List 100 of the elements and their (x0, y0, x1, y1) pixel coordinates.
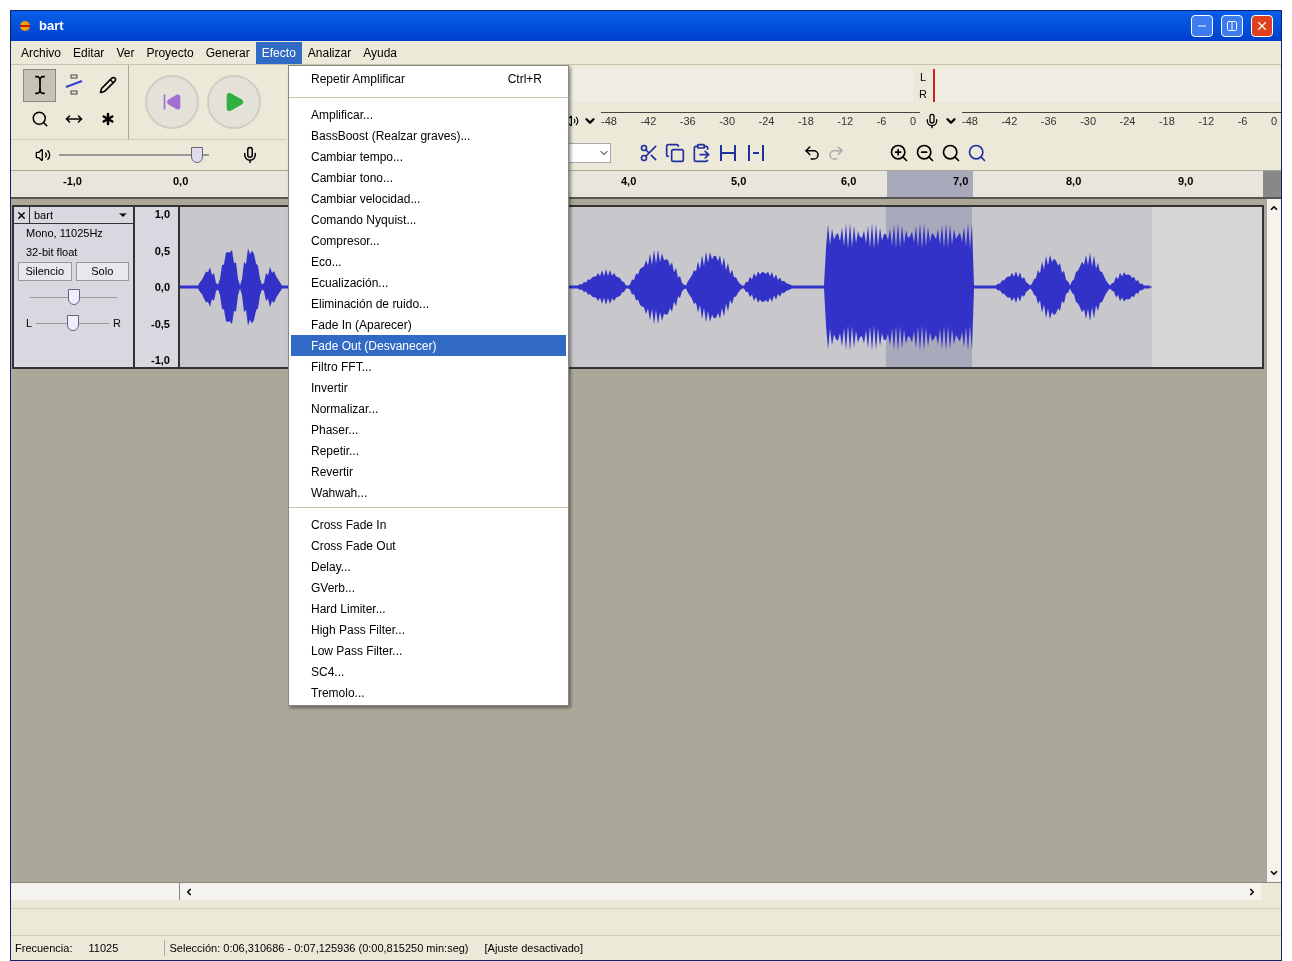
selection-tool-icon[interactable] (23, 69, 56, 102)
menu-option[interactable]: Wahwah... (291, 482, 566, 503)
menu-item[interactable]: Generar (199, 41, 256, 64)
menu-option[interactable]: SC4... (291, 661, 566, 682)
fit-selection-icon[interactable] (941, 143, 961, 163)
ruler-label: 4,0 (621, 174, 637, 189)
menu-option[interactable]: BassBoost (Realzar graves)... (291, 125, 566, 146)
snap-status: [Ajuste desactivado] (484, 940, 583, 956)
ruler-label: 9,0 (1178, 174, 1194, 189)
meter-scale-label: 0 (1270, 114, 1277, 130)
ruler-label: 6,0 (841, 174, 857, 189)
menu-item[interactable]: Editar (67, 41, 111, 64)
menu-option[interactable]: Cambiar tempo... (291, 146, 566, 167)
menu-option[interactable]: Tremolo... (291, 682, 566, 703)
restore-icon (1226, 20, 1238, 32)
menu-option[interactable]: Cross Fade Out (291, 535, 566, 556)
pan-slider[interactable] (36, 314, 110, 333)
menu-option[interactable]: Amplificar... (291, 104, 566, 125)
menu-option[interactable]: Ecualización... (291, 272, 566, 293)
close-icon (1255, 19, 1269, 33)
close-button[interactable] (1251, 15, 1273, 37)
zoom-out-icon[interactable] (915, 143, 935, 163)
scale-label: 0,0 (154, 281, 170, 293)
menu-option[interactable]: Invertir (291, 377, 566, 398)
menu-item[interactable]: Ayuda (357, 41, 403, 64)
meter-scale-label: -30 (1080, 114, 1097, 130)
meter-scale-label: -36 (1040, 114, 1057, 130)
ruler-label: 0,0 (173, 174, 189, 189)
menu-option[interactable]: GVerb... (291, 577, 566, 598)
meter-scale-label: -6 (1237, 114, 1248, 130)
menu-option[interactable]: Low Pass Filter... (291, 640, 566, 661)
meter-scale-label: -18 (1158, 114, 1175, 130)
silence-icon[interactable] (745, 143, 767, 163)
track-button[interactable]: Solo (75, 262, 129, 281)
vertical-scrollbar[interactable] (1267, 199, 1281, 882)
trim-icon[interactable] (639, 143, 659, 163)
close-icon (16, 209, 27, 221)
fit-project-icon[interactable] (967, 143, 987, 163)
maximize-button[interactable] (1221, 15, 1243, 37)
microphone-icon (924, 113, 940, 129)
meter-scale-label: -12 (837, 114, 854, 130)
scroll-down-icon (1269, 868, 1279, 878)
meter-scale-label: -24 (1119, 114, 1136, 130)
menu-option[interactable]: Cambiar tono... (291, 167, 566, 188)
scale-label: -0,5 (151, 317, 170, 330)
menu-option[interactable]: Hard Limiter... (291, 598, 566, 619)
copy-icon[interactable] (665, 143, 685, 163)
app-logo-icon (19, 20, 31, 32)
trim-outside-icon[interactable] (717, 143, 739, 163)
undo-icon[interactable] (803, 144, 821, 162)
menu-item[interactable]: Analizar (301, 41, 358, 64)
meter-scale-label: -18 (797, 114, 814, 130)
window-title: bart (39, 17, 65, 36)
scale-label: -1,0 (151, 354, 170, 366)
zoom-in-icon[interactable] (889, 143, 909, 163)
menu-option[interactable]: Repetir... (291, 440, 566, 461)
menu-option[interactable]: Compresor... (291, 230, 566, 251)
menu-option[interactable]: Delay... (291, 556, 566, 577)
meter-left-label: L (919, 70, 927, 85)
microphone-icon (241, 146, 259, 164)
meter-right-label: R (919, 86, 927, 102)
menu-item[interactable]: Efecto (255, 41, 302, 64)
track-button[interactable]: Silencio (18, 262, 72, 281)
meter-scale-label: -48 (962, 114, 978, 130)
menu-option[interactable]: Cambiar velocidad... (291, 188, 566, 209)
menu-option[interactable]: Repetir Amplificar Ctrl+R (291, 68, 566, 89)
meter-scale-label: -42 (1001, 114, 1018, 130)
rate-value[interactable]: 11025 (88, 939, 149, 957)
menu-item[interactable]: Proyecto (140, 41, 200, 64)
menu-option[interactable]: Eliminación de ruido... (291, 293, 566, 314)
meter-scale-label: -6 (876, 114, 887, 130)
menu-option[interactable]: Fade In (Aparecer) (291, 314, 566, 335)
paste-icon[interactable] (691, 143, 711, 163)
rate-label: Frecuencia: (15, 940, 73, 956)
output-volume-slider[interactable] (59, 147, 209, 163)
meter-scale-label: -42 (640, 114, 657, 130)
skip-to-start-icon (162, 92, 182, 112)
meter-scale-label: -12 (1198, 114, 1215, 130)
menu-option[interactable]: Comando Nyquist... (291, 209, 566, 230)
gain-slider[interactable] (30, 288, 117, 307)
pan-right-label: R (113, 316, 121, 332)
menu-option[interactable]: Fade Out (Desvanecer) (291, 335, 566, 356)
minimize-button[interactable] (1191, 15, 1213, 37)
menu-option[interactable]: Normalizar... (291, 398, 566, 419)
pan-left-label: L (26, 316, 33, 332)
menu-item[interactable]: Ver (110, 41, 141, 64)
menu-option[interactable]: Eco... (291, 251, 566, 272)
track-name-menu[interactable]: bart (30, 207, 133, 223)
ruler-end-block (1263, 171, 1281, 197)
skip-to-start-button[interactable] (145, 75, 199, 129)
menu-option[interactable]: Filtro FFT... (291, 356, 566, 377)
ruler-label: 8,0 (1066, 174, 1082, 189)
menu-option[interactable]: Cross Fade In (291, 514, 566, 535)
track-info: 32-bit float (25, 245, 79, 260)
meter-scale-label: -24 (758, 114, 775, 130)
menu-option[interactable]: Phaser... (291, 419, 566, 440)
menu-item[interactable]: Archivo (15, 41, 67, 64)
menu-option[interactable]: High Pass Filter... (291, 619, 566, 640)
meter-scale-label: -36 (679, 114, 696, 130)
menu-option[interactable]: Revertir (291, 461, 566, 482)
